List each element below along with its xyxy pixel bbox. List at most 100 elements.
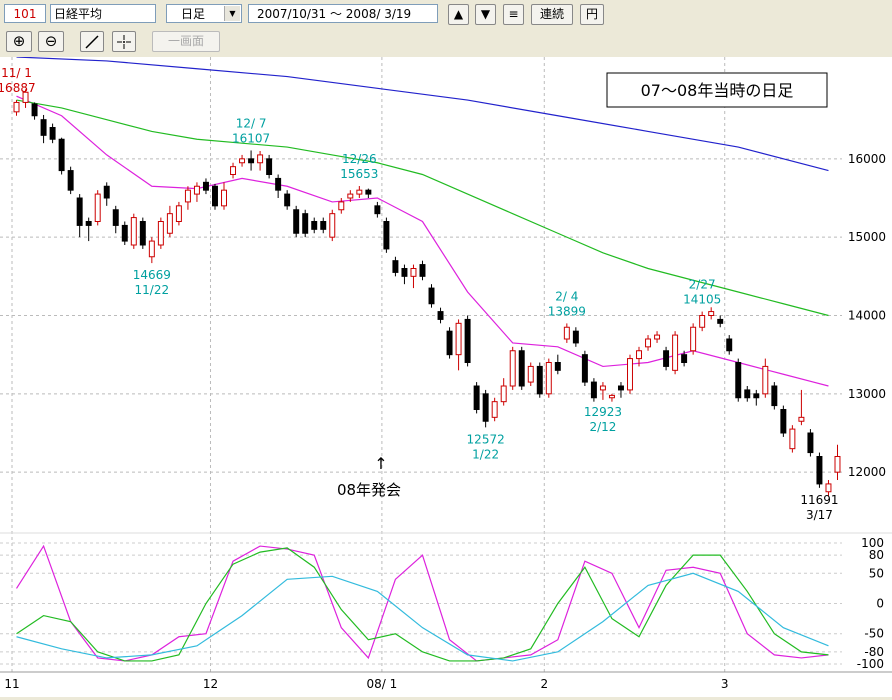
candle-body-77 (708, 311, 715, 316)
candle-body-80 (735, 362, 742, 399)
candle-body-78 (717, 318, 724, 324)
candle-body-84 (771, 385, 778, 407)
osc-tick-label-1: 80 (869, 548, 884, 562)
toolbar: 101 日経平均 日足 ▼ 2007/10/31 ～ 2008/ 3/19 ▲ … (0, 0, 892, 56)
arrow-up-button[interactable]: ▲ (448, 4, 469, 25)
candle-body-79 (726, 338, 733, 352)
candle-body-76 (699, 315, 706, 328)
candle-body-30 (284, 193, 291, 207)
candle-body-85 (780, 409, 787, 434)
candle-body-10 (103, 185, 110, 199)
peak-date-0: 11/ 1 (1, 66, 32, 80)
candle-body-86 (789, 428, 796, 450)
x-axis: 11 12 08/ 1 2 3 (4, 677, 728, 691)
candle-body-59 (545, 362, 552, 395)
peak-value-4: 12572 (467, 432, 505, 446)
candle-body-9 (94, 193, 101, 222)
chevron-down-icon[interactable]: ▼ (224, 6, 240, 21)
candle-body-0 (13, 101, 20, 113)
crosshair-button[interactable] (112, 31, 136, 52)
candle-body-58 (536, 365, 543, 395)
stock-code-field[interactable]: 101 (4, 4, 46, 23)
candle-body-6 (67, 170, 74, 191)
date-range-display: 2007/10/31 ～ 2008/ 3/19 (248, 4, 438, 23)
candle-body-91 (834, 456, 841, 473)
y-tick-label-4: 16000 (848, 152, 886, 166)
zoom-out-icon: ⊖ (44, 32, 58, 50)
y-tick-label-2: 14000 (848, 309, 886, 323)
candle-body-66 (608, 394, 615, 399)
candle-body-24 (230, 166, 237, 175)
x-tick-label-4: 3 (721, 677, 729, 691)
zoom-in-button[interactable]: ⊕ (6, 31, 32, 52)
osc-line-2 (16, 572, 829, 662)
candle-body-17 (166, 213, 173, 234)
candle-body-34 (320, 221, 327, 230)
peak-labels: 11/ 116887 1466911/22 12/ 716107 12/2615653… (0, 66, 839, 522)
candle-body-81 (744, 389, 751, 399)
candle-body-8 (85, 221, 92, 226)
candle-body-39 (365, 189, 372, 195)
candle-body-52 (482, 393, 489, 422)
annotation-text: 08年発会 (337, 481, 401, 499)
zoom-out-button[interactable]: ⊖ (38, 31, 64, 52)
peak-value-2: 16107 (232, 131, 270, 145)
y-tick-label-0: 12000 (848, 465, 886, 479)
candle-body-19 (184, 189, 191, 203)
period-select[interactable]: 日足 ▼ (166, 4, 242, 23)
peak-value-6: 12923 (584, 405, 622, 419)
candle-body-5 (58, 138, 65, 172)
candle-body-18 (175, 205, 182, 222)
draw-line-button[interactable] (80, 31, 104, 52)
grid (0, 57, 892, 673)
candle-body-65 (599, 385, 606, 391)
candle-body-70 (645, 338, 652, 348)
candle-body-25 (239, 158, 246, 164)
candle-body-75 (690, 326, 697, 352)
candle-body-90 (825, 483, 832, 493)
yen-button[interactable]: 円 (580, 4, 604, 25)
candle-body-46 (428, 287, 435, 305)
candle-body-68 (627, 358, 633, 391)
candle-body-4 (49, 127, 56, 140)
osc-tick-label-3: 0 (876, 597, 884, 611)
candle-body-71 (654, 334, 661, 340)
candle-body-60 (554, 362, 561, 371)
peak-value-5: 13899 (548, 304, 586, 318)
chart-title: 07～08年当時の日足 (641, 81, 794, 100)
peak-date-7: 2/27 (689, 278, 716, 292)
osc-line-1 (16, 547, 829, 662)
annotation-arrow: ↑ (374, 454, 387, 473)
candle-body-21 (202, 181, 209, 191)
menu-button[interactable]: ≡ (503, 4, 524, 25)
osc-tick-label-4: -50 (864, 627, 884, 641)
peak-value-8: 11691 (800, 493, 838, 507)
x-tick-label-1: 12 (203, 677, 218, 691)
stock-name-field[interactable]: 日経平均 (50, 4, 156, 23)
x-tick-label-0: 11 (4, 677, 19, 691)
period-select-value: 日足 (181, 7, 206, 21)
candle-body-23 (221, 189, 227, 207)
candle-body-26 (248, 158, 255, 164)
candle-body-13 (130, 217, 137, 246)
candle-body-67 (617, 385, 624, 391)
stock-chart: 11/ 116887 1466911/22 12/ 716107 12/2615653… (0, 56, 892, 691)
candle-body-50 (464, 318, 471, 363)
peak-date-2: 12/ 7 (236, 116, 267, 130)
candle-body-15 (148, 240, 155, 258)
x-tick-label-3: 2 (540, 677, 548, 691)
candle-body-54 (500, 385, 507, 403)
candle-body-56 (518, 350, 525, 387)
peak-date-8: 3/17 (806, 508, 833, 522)
x-tick-label-2: 08/ 1 (367, 677, 398, 691)
ma-line-0 (16, 95, 829, 387)
candle-body-48 (446, 330, 453, 356)
arrow-down-button[interactable]: ▼ (475, 4, 496, 25)
continuous-button[interactable]: 連続 (531, 4, 573, 25)
single-screen-button[interactable]: 一画面 (152, 31, 220, 52)
peak-value-3: 15653 (340, 167, 378, 181)
zoom-in-icon: ⊕ (12, 32, 26, 50)
candle-body-35 (329, 213, 336, 238)
candle-body-72 (663, 350, 670, 367)
candle-body-87 (798, 416, 805, 422)
